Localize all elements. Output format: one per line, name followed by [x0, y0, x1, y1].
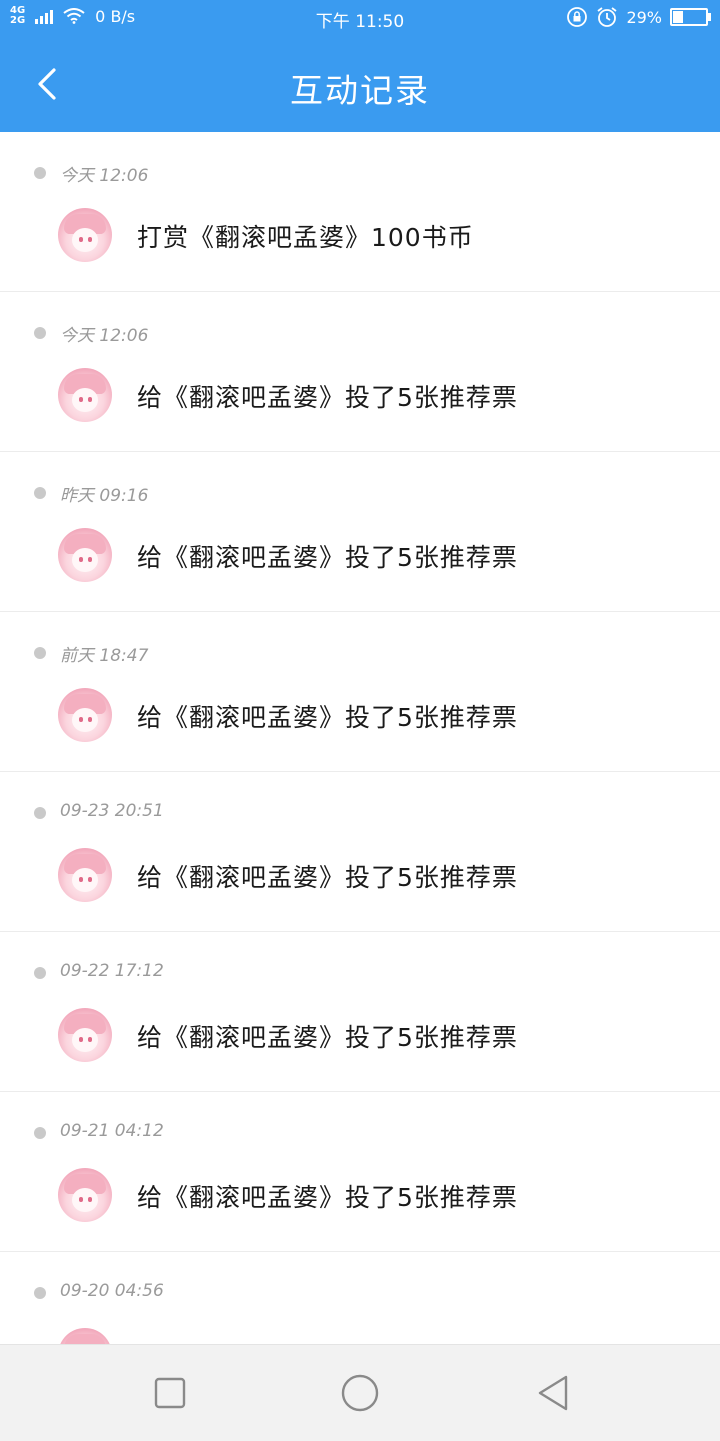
record-time: 09-23 20:51	[60, 801, 164, 821]
user-avatar	[58, 848, 112, 902]
battery-icon	[670, 8, 711, 26]
record-description: 给《翻滚吧孟婆》投了5张推荐票	[137, 1023, 518, 1052]
record-time: 09-21 04:12	[60, 1121, 164, 1141]
timeline-dot	[34, 1287, 46, 1299]
record-description: 给《翻滚吧孟婆》投了5张推荐票	[137, 383, 518, 412]
record-time: 09-22 17:12	[60, 961, 164, 981]
record-item[interactable]: 昨天 09:16 给《翻滚吧孟婆》投了5张推荐票	[0, 452, 720, 612]
interaction-record-list[interactable]: 今天 12:06 打赏《翻滚吧孟婆》100书币 今天 12:06 给《翻滚吧孟婆》投了…	[0, 132, 720, 1344]
record-item[interactable]: 09-20 04:56给《翻滚吧孟婆》投了5张推荐票	[0, 1252, 720, 1344]
record-description: 给《翻滚吧孟婆》投了5张推荐票	[137, 703, 518, 732]
record-description: 给《翻滚吧孟婆》投了5张推荐票	[137, 863, 518, 892]
timeline-dot	[34, 647, 46, 659]
app-header: 互动记录	[0, 36, 720, 132]
battery-percent: 29%	[626, 7, 662, 27]
user-avatar	[58, 1168, 112, 1222]
user-avatar	[58, 1008, 112, 1062]
home-icon[interactable]	[340, 1373, 380, 1413]
user-avatar	[58, 368, 112, 422]
app-top-area: 4G 2G 0 B/s 下午 11:50 29% 互动记录	[0, 0, 720, 132]
record-item[interactable]: 今天 12:06 给《翻滚吧孟婆》投了5张推荐票	[0, 292, 720, 452]
rotation-lock-icon	[567, 7, 588, 27]
status-bar: 4G 2G 0 B/s 下午 11:50 29%	[0, 0, 720, 36]
user-avatar	[58, 208, 112, 262]
record-item[interactable]: 前天 18:47 给《翻滚吧孟婆》投了5张推荐票	[0, 612, 720, 772]
record-time: 今天 12:06	[60, 326, 149, 346]
status-right: 29%	[566, 6, 711, 28]
user-avatar	[58, 528, 112, 582]
record-time: 昨天 09:16	[60, 486, 149, 506]
record-item[interactable]: 今天 12:06 打赏《翻滚吧孟婆》100书币	[0, 132, 720, 292]
timeline-dot	[34, 967, 46, 979]
recent-apps-icon[interactable]	[150, 1373, 190, 1413]
record-time: 09-20 04:56	[60, 1281, 164, 1301]
timeline-dot	[34, 487, 46, 499]
user-avatar	[58, 688, 112, 742]
battery-level	[673, 11, 683, 23]
system-back-icon[interactable]	[534, 1373, 574, 1413]
record-item[interactable]: 09-23 20:51 给《翻滚吧孟婆》投了5张推荐票	[0, 772, 720, 932]
page-title: 互动记录	[290, 71, 430, 110]
record-time: 今天 12:06	[60, 166, 149, 186]
timeline-dot	[34, 807, 46, 819]
record-description: 给《翻滚吧孟婆》投了5张推荐票	[137, 543, 518, 572]
timeline-dot	[34, 167, 46, 179]
record-time: 前天 18:47	[60, 646, 149, 666]
timeline-dot	[34, 1127, 46, 1139]
system-nav-bar	[0, 1344, 720, 1441]
user-avatar	[58, 1328, 112, 1344]
record-item[interactable]: 09-22 17:12 给《翻滚吧孟婆》投了5张推荐票	[0, 932, 720, 1092]
record-item[interactable]: 09-21 04:12 给《翻滚吧孟婆》投了5张推荐票	[0, 1092, 720, 1252]
record-description: 给《翻滚吧孟婆》投了5张推荐票	[137, 1183, 518, 1212]
alarm-icon	[597, 7, 617, 27]
record-description: 打赏《翻滚吧孟婆》100书币	[137, 223, 474, 252]
timeline-dot	[34, 327, 46, 339]
